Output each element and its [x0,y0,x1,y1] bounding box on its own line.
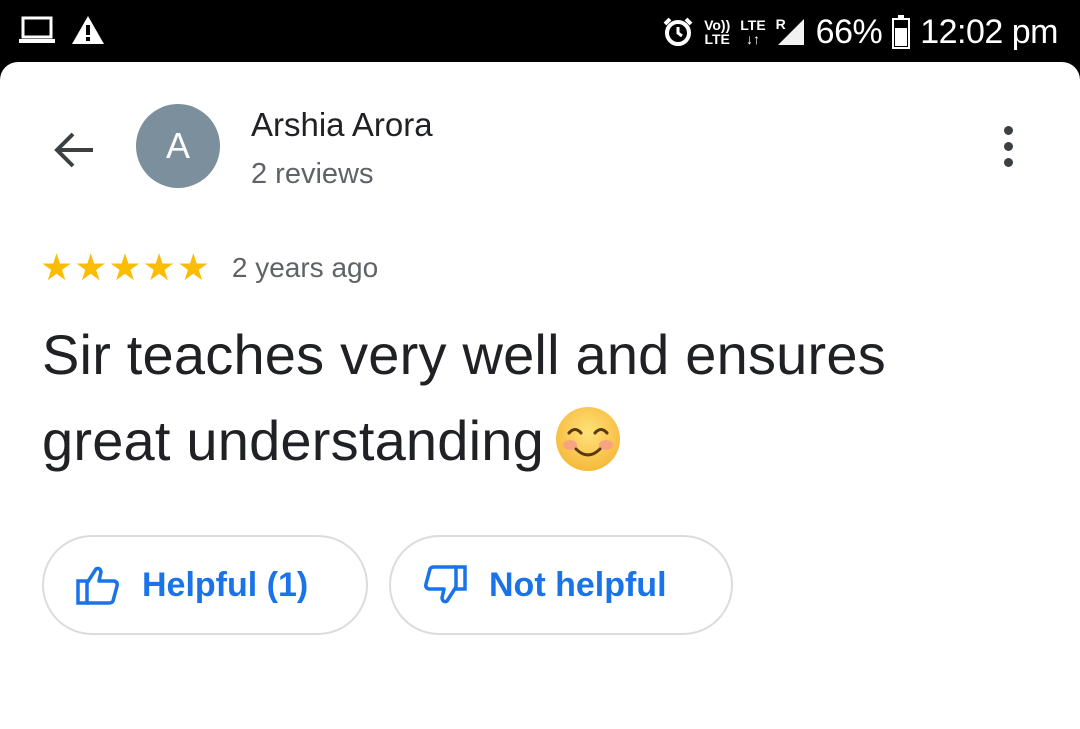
star-icon: ★ [142,247,176,288]
not-helpful-button[interactable]: Not helpful [389,535,733,635]
rating-row: ★ ★ ★ ★ ★ 2 years ago [40,248,378,288]
back-button[interactable] [44,122,104,178]
status-bar: Vo)) LTE LTE ↓↑ R 66% 12:02 pm [0,0,1080,64]
smiling-face-emoji-icon [555,407,620,472]
laptop-icon [19,16,55,43]
signal-icon: R [776,17,806,47]
review-text-line1: Sir teaches very well and ensures [42,323,886,386]
status-bar-left [18,14,106,46]
avatar-letter: A [165,125,190,166]
warning-icon [72,16,104,44]
star-rating: ★ ★ ★ ★ ★ [40,248,210,288]
alarm-icon [663,17,693,46]
status-bar-right: Vo)) LTE LTE ↓↑ R 66% 12:02 pm [662,8,1058,56]
volte-icon: Vo)) LTE [704,18,730,46]
status-time: 12:02 pm [920,12,1058,51]
more-dot [1003,157,1013,167]
star-icon: ★ [40,247,74,288]
star-icon: ★ [74,247,108,288]
not-helpful-label: Not helpful [489,565,667,604]
review-date: 2 years ago [231,252,379,283]
helpful-label: Helpful (1) [142,565,309,604]
review-count: 2 reviews [251,158,374,190]
arrow-left-icon [54,132,93,168]
volte-top-label: Vo)) [704,17,731,33]
review-text-line2: great understanding [42,409,544,472]
lte-label: LTE [740,17,766,33]
data-arrows: ↓↑ [745,31,760,47]
battery-percent: 66% [815,12,883,51]
review-sheet: A Arshia Arora 2 reviews ★ ★ ★ ★ ★ 2 years a… [0,62,1080,729]
review-text: Sir teaches very well and ensures great … [42,312,1042,484]
thumbs-up-icon [76,566,119,605]
more-vertical-icon [1003,125,1013,135]
more-options-button[interactable] [984,122,1032,170]
helpful-button[interactable]: Helpful (1) [42,535,368,635]
star-icon: ★ [108,247,142,288]
star-icon: ★ [176,247,210,288]
volte-bottom-label: LTE [704,31,730,47]
lte-data-icon: LTE ↓↑ [740,18,765,46]
avatar[interactable]: A [136,104,220,188]
battery-icon [892,15,911,49]
more-dot [1003,141,1013,151]
thumbs-down-icon [424,565,467,604]
reviewer-name[interactable]: Arshia Arora [251,106,433,144]
